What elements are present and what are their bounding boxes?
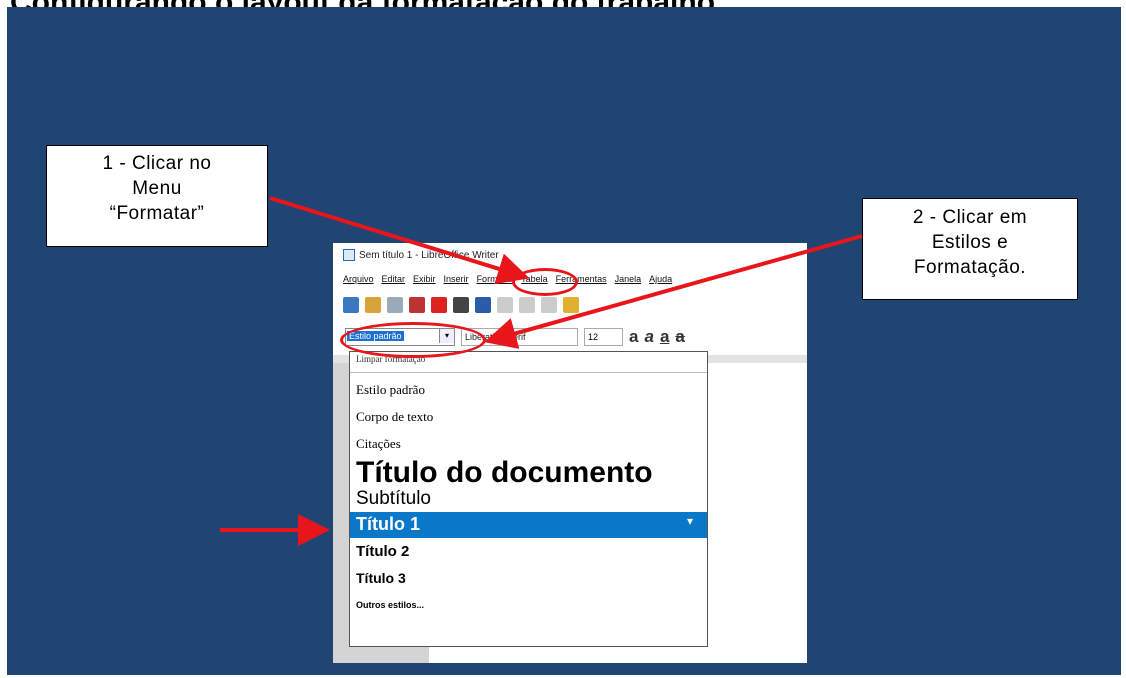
arrow-to-formatar (269, 196, 530, 285)
annotation-arrows (220, 196, 863, 546)
arrow-to-style-box (484, 234, 863, 349)
